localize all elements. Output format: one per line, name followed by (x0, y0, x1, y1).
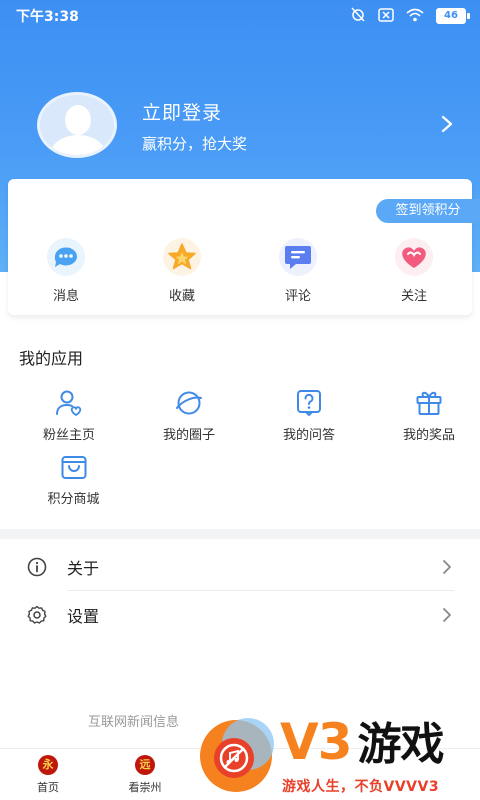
app-my-qa[interactable]: 我的问答 (258, 388, 360, 452)
v3-watermark: V3 游戏 游戏人生，不负VVVV3 (196, 712, 480, 800)
app-label: 积分商城 (47, 492, 100, 507)
quick-action-label: 评论 (284, 289, 311, 304)
planet-circle-icon (174, 388, 204, 418)
avatar[interactable] (37, 92, 117, 158)
home-logo-icon: 永 (38, 755, 58, 775)
tab-label: 首页 (37, 781, 59, 794)
app-fans-home[interactable]: 粉丝主页 (18, 388, 120, 452)
sim-off-icon (378, 7, 394, 26)
app-label: 粉丝主页 (42, 428, 95, 443)
menu-label: 关于 (67, 559, 100, 578)
shopping-bag-icon (59, 452, 89, 482)
question-icon (294, 388, 324, 418)
footer-license-text: 互联网新闻信息 (88, 715, 180, 730)
app-my-prizes[interactable]: 我的奖品 (378, 388, 480, 452)
login-subtitle: 赢积分，抢大奖 (142, 135, 248, 153)
settings-gear-icon (27, 605, 47, 625)
apps-section-title: 我的应用 (19, 349, 84, 368)
heart-icon (394, 237, 434, 277)
watermark-brand-latin: V3 (280, 713, 352, 771)
status-time: 下午3:38 (16, 9, 79, 25)
apps-row: 粉丝主页 我的圈子 我的问答 我的奖品 (0, 388, 480, 452)
status-bar: 下午3:38 46 (0, 0, 480, 30)
menu-item-settings[interactable]: 设置 (0, 591, 480, 639)
checkin-button[interactable]: 签到领积分 (376, 199, 480, 223)
status-icons: 46 (350, 6, 470, 26)
music-note-circle-icon (196, 716, 276, 796)
comment-icon (278, 237, 318, 277)
wifi-icon (406, 7, 424, 26)
settings-menu: 关于 设置 (0, 543, 480, 639)
tab-chongzhou[interactable]: 远 看崇州 (115, 755, 175, 795)
star-icon (162, 237, 202, 277)
apps-grid: 粉丝主页 我的圈子 我的问答 我的奖品 积分商城 (0, 388, 480, 516)
fans-user-heart-icon (54, 388, 84, 418)
app-my-circle[interactable]: 我的圈子 (138, 388, 240, 452)
app-label: 我的圈子 (162, 428, 215, 443)
avatar-head-shape (65, 105, 91, 135)
gift-icon (414, 388, 444, 418)
info-icon (27, 557, 47, 577)
quick-action-following[interactable]: 关注 (356, 237, 472, 304)
app-label: 我的问答 (282, 428, 335, 443)
tab-home[interactable]: 永 首页 (18, 755, 78, 795)
menu-label: 设置 (67, 607, 100, 626)
app-points-mall[interactable]: 积分商城 (18, 452, 129, 516)
quick-action-label: 收藏 (168, 289, 195, 304)
chongzhou-logo-icon: 远 (135, 755, 155, 775)
app-label: 我的奖品 (402, 428, 455, 443)
menu-item-about[interactable]: 关于 (0, 543, 480, 591)
login-title[interactable]: 立即登录 (142, 98, 222, 125)
chevron-right-icon (442, 559, 452, 575)
alarm-off-icon (350, 6, 366, 26)
message-bubble-icon (46, 237, 86, 277)
section-divider (0, 529, 480, 539)
watermark-brand-cn: 游戏 (357, 719, 445, 770)
chevron-right-icon[interactable] (440, 115, 454, 133)
apps-row: 积分商城 (0, 452, 480, 516)
quick-action-label: 关注 (400, 289, 427, 304)
battery-icon: 46 (436, 8, 470, 24)
avatar-body-shape (50, 135, 106, 155)
quick-actions-row: 消息 收藏 评论 关注 (8, 237, 472, 304)
quick-action-comments[interactable]: 评论 (240, 237, 356, 304)
quick-action-favorites[interactable]: 收藏 (124, 237, 240, 304)
quick-action-label: 消息 (52, 289, 79, 304)
quick-actions-card: 签到领积分 消息 收藏 评论 关注 (8, 179, 480, 315)
chevron-right-icon (442, 607, 452, 623)
watermark-brand: V3 游戏 (280, 712, 445, 775)
watermark-slogan: 游戏人生，不负VVVV3 (282, 779, 440, 795)
quick-action-messages[interactable]: 消息 (8, 237, 124, 304)
tab-label: 看崇州 (128, 781, 162, 794)
